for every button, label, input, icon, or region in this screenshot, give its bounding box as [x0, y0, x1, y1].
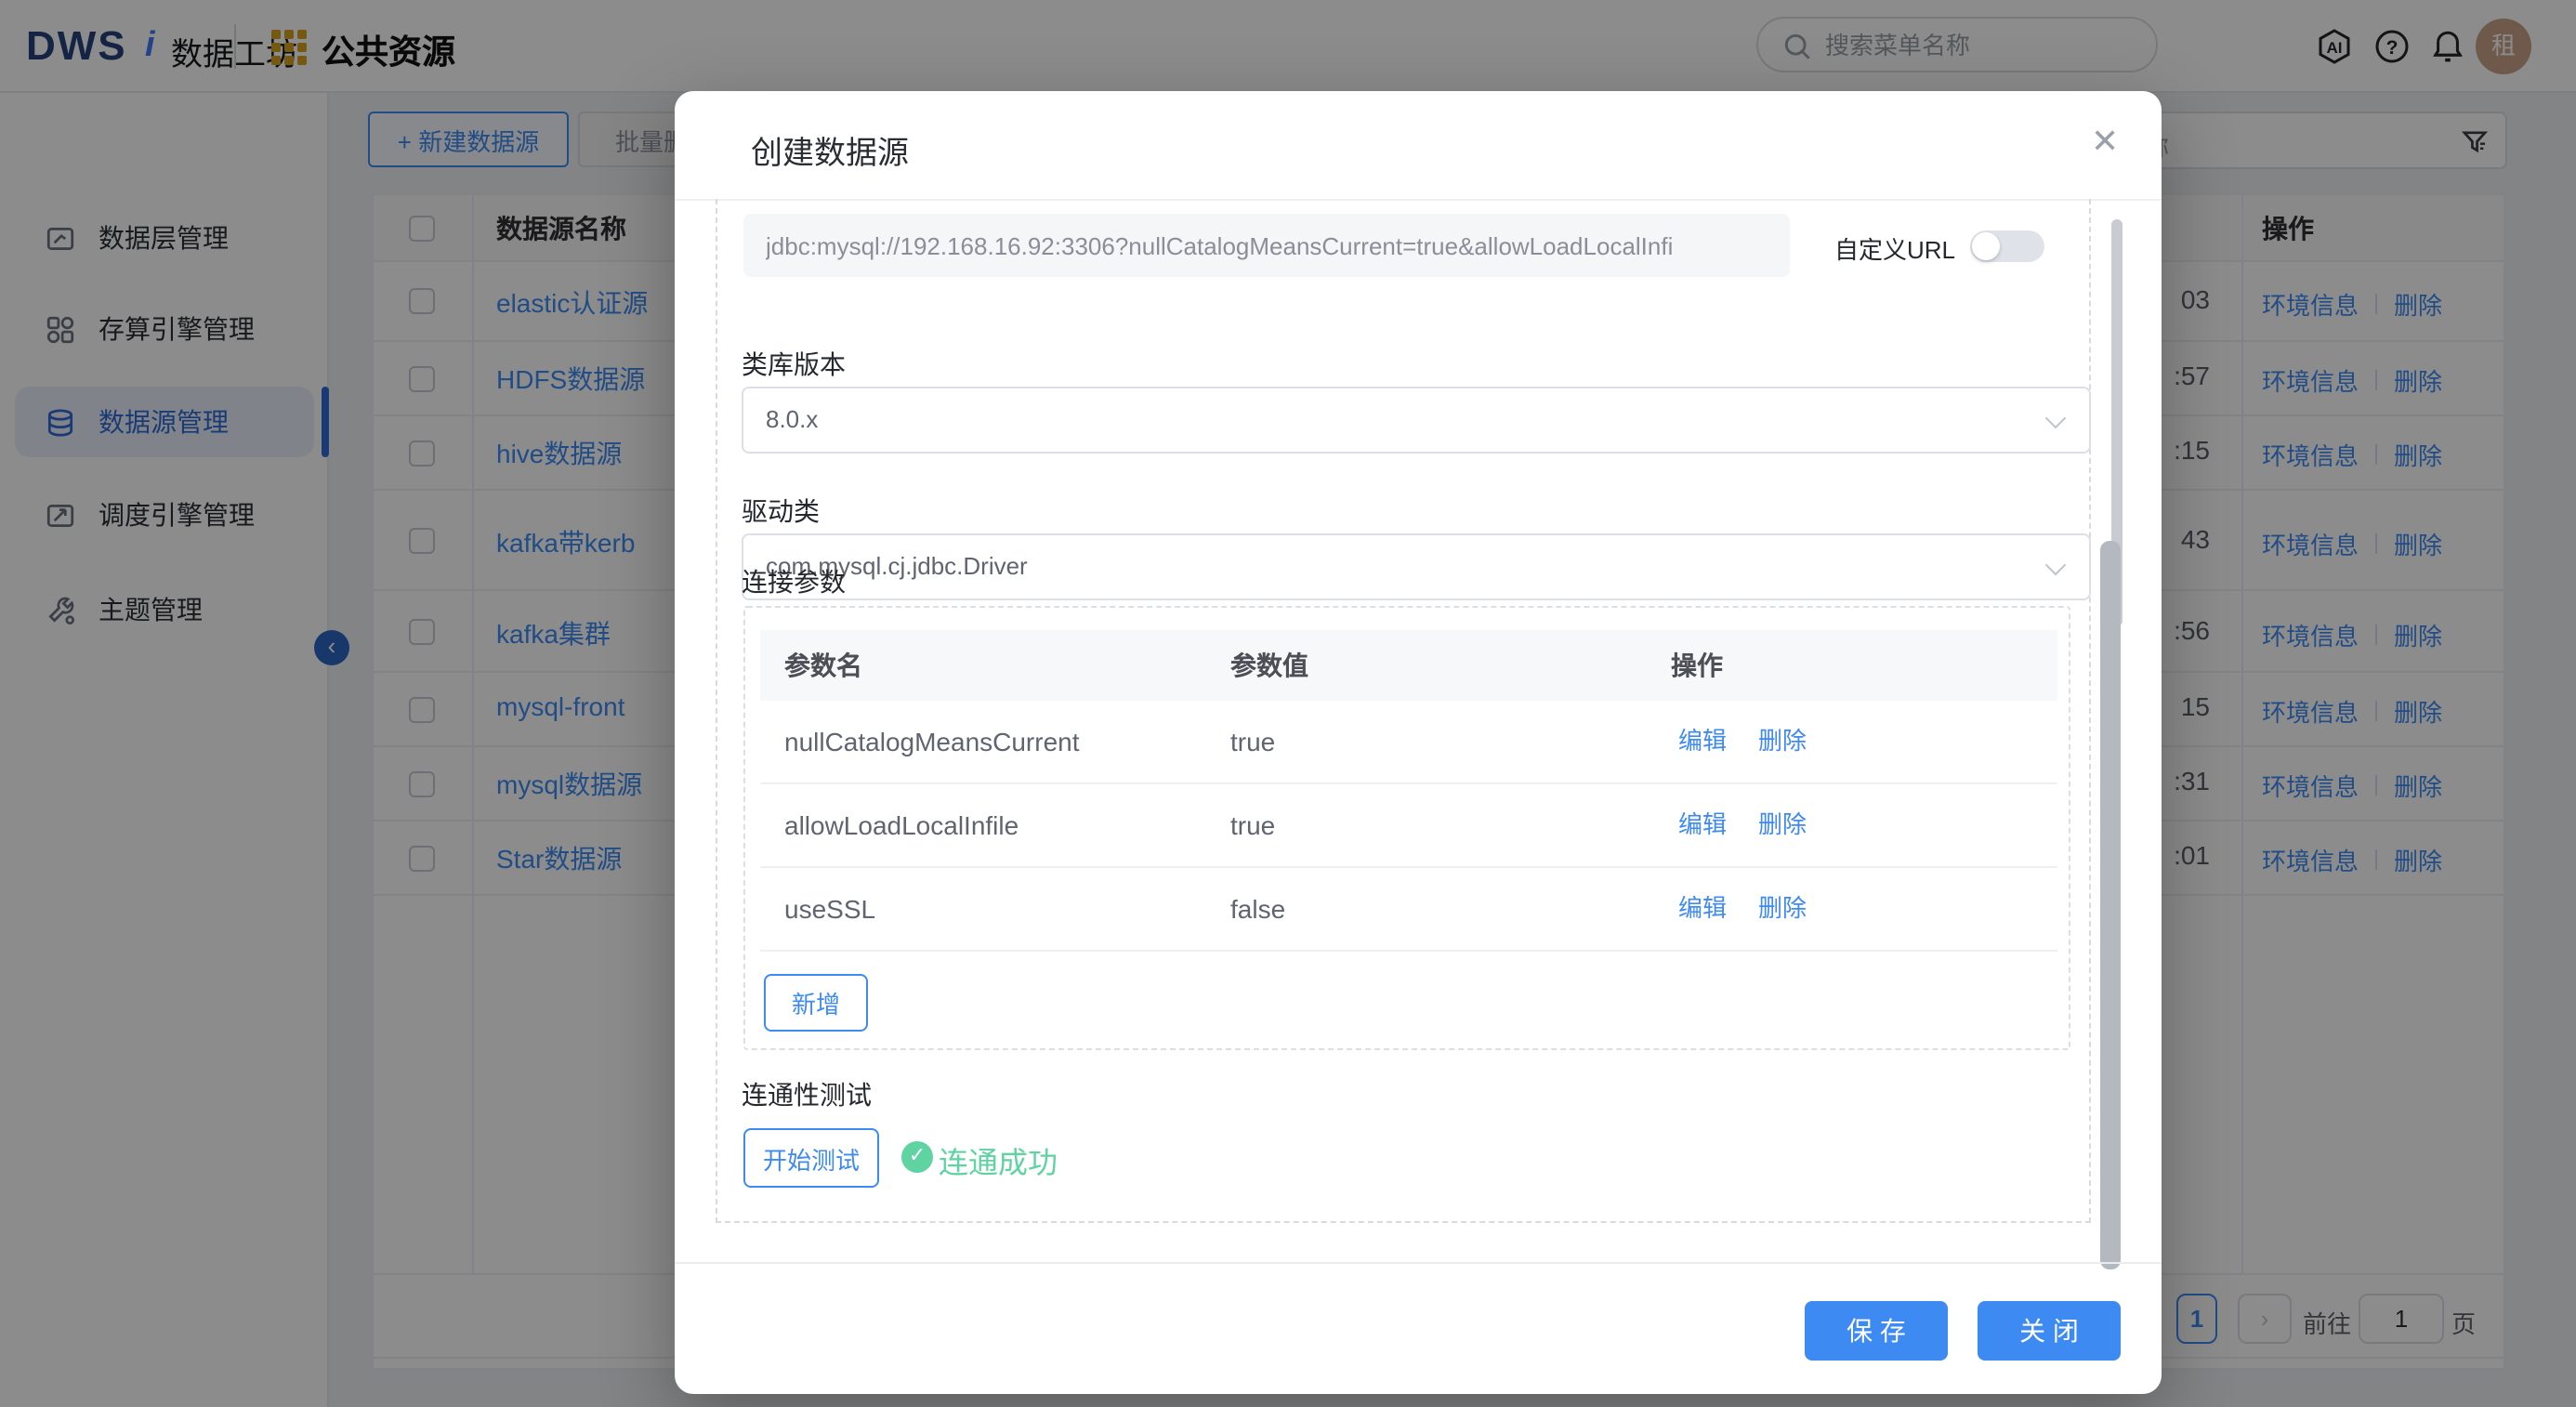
close-button[interactable]: 关 闭 [1978, 1301, 2121, 1361]
close-icon[interactable]: ✕ [2091, 123, 2119, 162]
modal-scrollbar-thumb[interactable] [2100, 541, 2121, 1269]
param-row: nullCatalogMeansCurrent true 编辑 删除 [760, 701, 2057, 784]
param-col-action: 操作 [1671, 651, 1723, 680]
add-param-button[interactable]: 新增 [764, 974, 868, 1032]
lib-version-select[interactable]: 8.0.x [742, 387, 2091, 454]
param-delete-link[interactable]: 删除 [1758, 784, 1807, 866]
param-name: useSSL [784, 894, 876, 924]
param-delete-link[interactable]: 删除 [1758, 701, 1807, 782]
test-success-text: 连通成功 [939, 1149, 1058, 1180]
connection-params-label: 连接参数 [742, 567, 846, 597]
driver-class-label: 驱动类 [742, 496, 820, 526]
chevron-down-icon [2044, 407, 2067, 429]
params-table-container: 参数名 参数值 操作 nullCatalogMeansCurrent true … [743, 606, 2070, 1050]
driver-class-select[interactable]: com.mysql.cj.jdbc.Driver [742, 533, 2091, 600]
params-header-row: 参数名 参数值 操作 [760, 630, 2057, 701]
param-value: true [1230, 727, 1276, 756]
lib-version-label: 类库版本 [742, 349, 846, 379]
param-edit-link[interactable]: 编辑 [1678, 868, 1727, 950]
param-edit-link[interactable]: 编辑 [1678, 701, 1727, 782]
param-value: true [1230, 810, 1276, 840]
chevron-down-icon [2044, 554, 2067, 576]
custom-url-label: 自定义URL [1834, 236, 1956, 264]
app-root: DWS i 数据工坊 公共资源 AI ? 租 [0, 0, 2576, 1407]
lib-version-value: 8.0.x [766, 405, 819, 433]
param-col-name: 参数名 [784, 651, 862, 680]
custom-url-toggle[interactable] [1970, 230, 2044, 262]
toggle-knob [1972, 232, 2000, 260]
param-delete-link[interactable]: 删除 [1758, 868, 1807, 950]
modal-footer-divider [675, 1262, 2162, 1264]
jdbc-url-input[interactable] [743, 214, 1790, 277]
modal-title: 创建数据源 [751, 136, 909, 171]
param-name: nullCatalogMeansCurrent [784, 727, 1080, 756]
param-col-value: 参数值 [1230, 651, 1308, 680]
param-edit-link[interactable]: 编辑 [1678, 784, 1727, 866]
success-check-icon: ✓ [901, 1141, 933, 1173]
param-row: allowLoadLocalInfile true 编辑 删除 [760, 784, 2057, 868]
param-row: useSSL false 编辑 删除 [760, 868, 2057, 952]
param-value: false [1230, 894, 1286, 924]
start-test-button[interactable]: 开始测试 [743, 1128, 879, 1188]
create-datasource-modal: 创建数据源 ✕ 自定义URL 类库版本 8.0.x 驱动类 com.mysql.… [675, 91, 2162, 1394]
param-name: allowLoadLocalInfile [784, 810, 1019, 840]
save-button[interactable]: 保 存 [1805, 1301, 1948, 1361]
connectivity-test-label: 连通性测试 [742, 1080, 872, 1110]
